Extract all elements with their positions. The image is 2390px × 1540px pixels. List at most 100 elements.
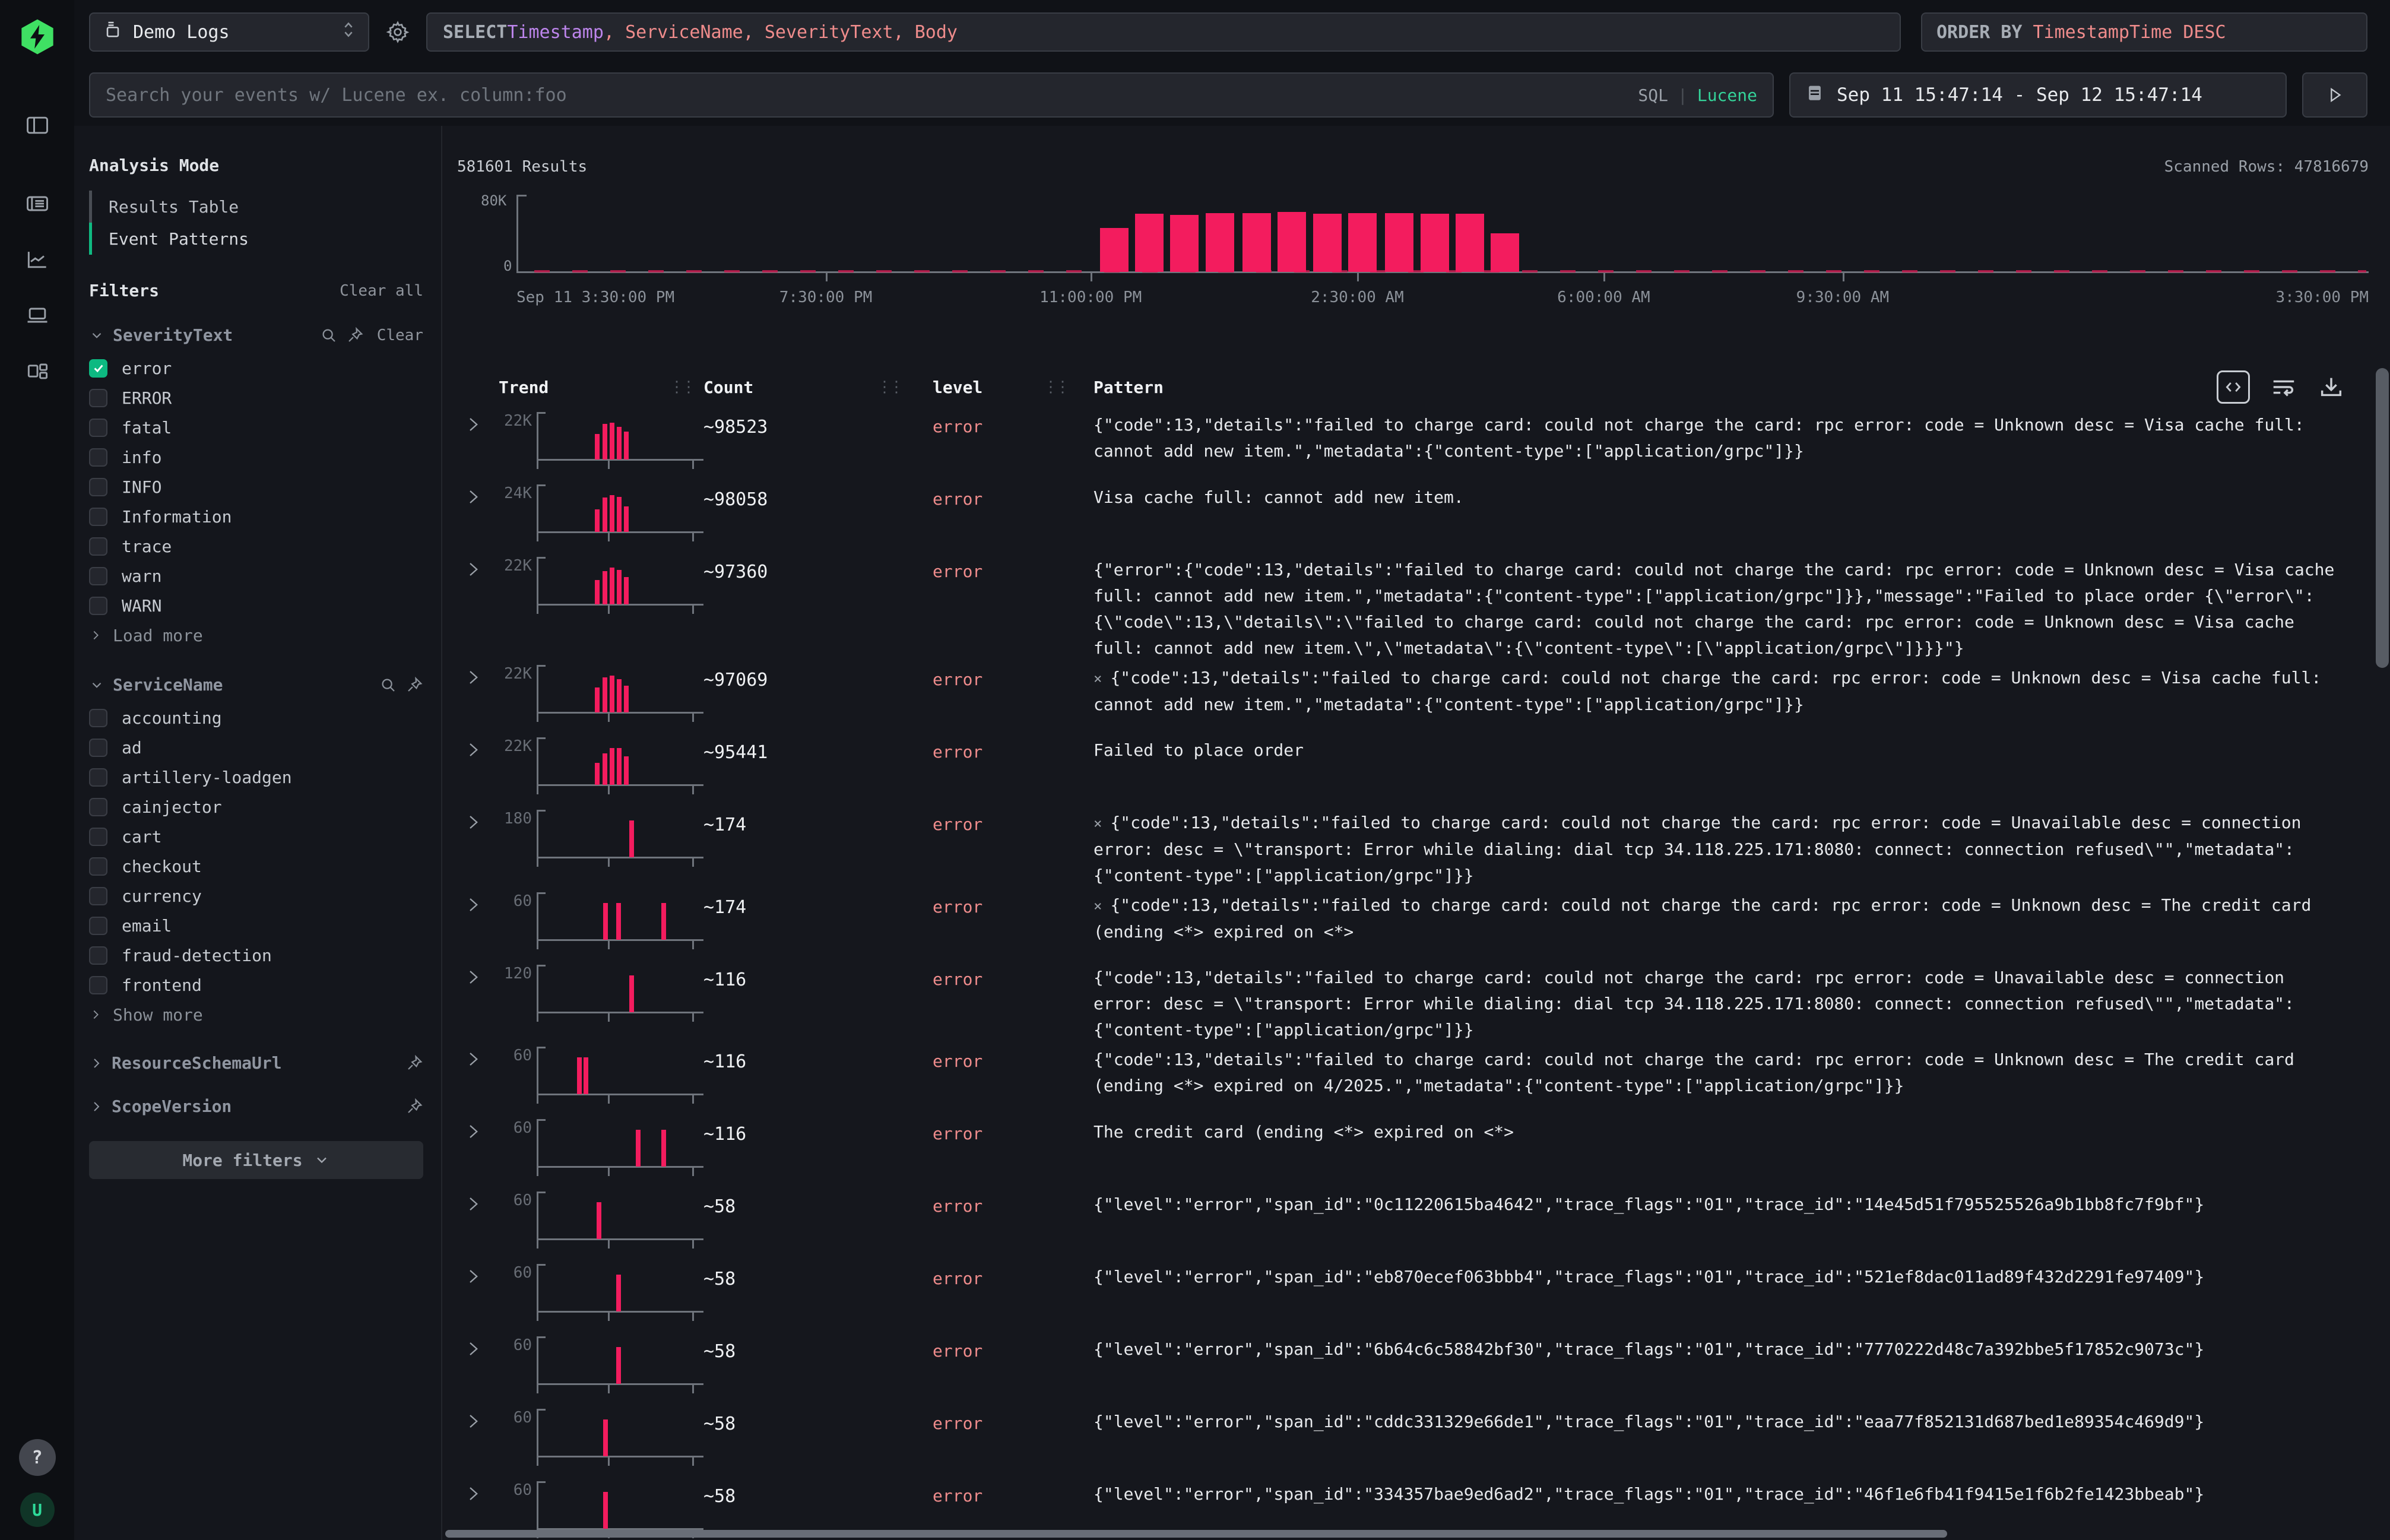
pattern-text[interactable]: {"level":"error","span_id":"6b64c6c58842… [1077, 1336, 2354, 1362]
pattern-text[interactable]: ×{"code":13,"details":"failed to charge … [1077, 665, 2354, 718]
checkbox[interactable] [89, 709, 107, 727]
expand-row-button[interactable] [457, 560, 499, 581]
expand-row-button[interactable] [457, 416, 499, 436]
checkbox[interactable] [89, 567, 107, 585]
checkbox[interactable] [89, 448, 107, 467]
pattern-text[interactable]: {"level":"error","span_id":"eb870ecef063… [1077, 1264, 2354, 1290]
column-header-level[interactable]: level⋮⋮ [911, 378, 1077, 397]
pattern-text[interactable]: ×{"code":13,"details":"failed to charge … [1077, 892, 2354, 945]
download-icon[interactable] [2318, 373, 2345, 401]
checkbox[interactable] [89, 917, 107, 935]
pattern-row[interactable]: 60 ~58 error {"level":"error","span_id":… [457, 1260, 2369, 1333]
select-clause-input[interactable]: SELECT Timestamp, ServiceName, SeverityT… [426, 12, 1901, 52]
histogram-bar[interactable] [1206, 213, 1234, 272]
pattern-text[interactable]: {"level":"error","span_id":"334357bae9ed… [1077, 1481, 2354, 1507]
pattern-row[interactable]: 22K ~98523 error {"code":13,"details":"f… [457, 408, 2369, 481]
expand-row-button[interactable] [457, 896, 499, 916]
filter-option-currency[interactable]: currency [89, 881, 423, 911]
checkbox[interactable] [89, 419, 107, 437]
checkbox[interactable] [89, 508, 107, 526]
histogram-bar[interactable] [1348, 213, 1377, 272]
facet-servicename-header[interactable]: ServiceName [89, 675, 423, 695]
more-filters-button[interactable]: More filters [89, 1141, 423, 1179]
filter-option-info[interactable]: info [89, 442, 423, 472]
clear-all-filters[interactable]: Clear all [340, 282, 423, 300]
filter-option-cainjector[interactable]: cainjector [89, 792, 423, 822]
histogram-bar[interactable] [1135, 214, 1164, 272]
pattern-row[interactable]: 180 ~174 error ×{"code":13,"details":"fa… [457, 806, 2369, 889]
expand-row-button[interactable] [457, 1340, 499, 1360]
filter-option-ad[interactable]: ad [89, 733, 423, 762]
filter-option-cart[interactable]: cart [89, 822, 423, 851]
checkbox[interactable] [89, 739, 107, 757]
pattern-row[interactable]: 60 ~174 error ×{"code":13,"details":"fai… [457, 889, 2369, 961]
pattern-row[interactable]: 120 ~116 error {"code":13,"details":"fai… [457, 961, 2369, 1043]
pattern-row[interactable]: 60 ~58 error {"level":"error","span_id":… [457, 1333, 2369, 1405]
expand-row-button[interactable] [457, 1412, 499, 1433]
search-input[interactable]: Search your events w/ Lucene ex. column:… [89, 72, 1774, 118]
expand-row-button[interactable] [457, 968, 499, 988]
checkbox[interactable] [89, 828, 107, 846]
order-by-input[interactable]: ORDER BY TimestampTime DESC [1921, 12, 2367, 52]
checkbox[interactable] [89, 887, 107, 905]
pattern-row[interactable]: 60 ~116 error The credit card (ending <*… [457, 1116, 2369, 1188]
pin-icon[interactable] [405, 1098, 423, 1116]
horizontal-scrollbar-thumb[interactable] [445, 1530, 1947, 1538]
filter-option-INFO[interactable]: INFO [89, 472, 423, 502]
search-logs-icon[interactable] [24, 190, 51, 217]
facet-scopeversion-header[interactable]: ScopeVersion [89, 1097, 423, 1116]
column-header-trend[interactable]: Trend⋮⋮ [499, 378, 703, 397]
histogram-bar[interactable] [1100, 228, 1129, 272]
expand-row-button[interactable] [457, 1123, 499, 1143]
tab-results-table[interactable]: Results Table [89, 191, 423, 223]
chart-explorer-icon[interactable] [24, 246, 51, 273]
pattern-row[interactable]: 60 ~58 error {"level":"error","span_id":… [457, 1188, 2369, 1260]
filter-option-warn[interactable]: warn [89, 561, 423, 591]
histogram-bar[interactable] [1170, 215, 1199, 272]
filter-option-trace[interactable]: trace [89, 531, 423, 561]
search-icon[interactable] [379, 676, 397, 694]
expand-row-button[interactable] [457, 813, 499, 834]
tab-event-patterns[interactable]: Event Patterns [89, 223, 423, 255]
search-icon[interactable] [320, 327, 338, 344]
vertical-scrollbar-thumb[interactable] [2376, 368, 2389, 668]
pattern-row[interactable]: 22K ~97069 error ×{"code":13,"details":"… [457, 661, 2369, 734]
pattern-row[interactable]: 60 ~58 error {"level":"error","span_id":… [457, 1405, 2369, 1478]
checkbox[interactable] [89, 976, 107, 994]
dashboards-icon[interactable] [24, 357, 51, 385]
checkbox[interactable] [89, 768, 107, 787]
pattern-text[interactable]: Visa cache full: cannot add new item. [1077, 484, 2354, 511]
source-select[interactable]: Demo Logs [89, 12, 369, 52]
pattern-text[interactable]: Failed to place order [1077, 737, 2354, 763]
hyperdx-logo[interactable] [18, 18, 56, 58]
filter-option-email[interactable]: email [89, 911, 423, 940]
pattern-text[interactable]: {"error":{"code":13,"details":"failed to… [1077, 557, 2354, 661]
histogram-bar[interactable] [1242, 213, 1271, 272]
expand-row-button[interactable] [457, 1268, 499, 1288]
pin-icon[interactable] [405, 676, 423, 694]
filter-option-fatal[interactable]: fatal [89, 413, 423, 442]
run-query-button[interactable] [2302, 72, 2367, 118]
pattern-text[interactable]: {"level":"error","span_id":"cddc331329e6… [1077, 1409, 2354, 1435]
expand-row-button[interactable] [457, 1195, 499, 1215]
expand-row-button[interactable] [457, 668, 499, 689]
source-settings-button[interactable] [382, 20, 413, 44]
histogram-bar[interactable] [1385, 213, 1413, 272]
facet-resourceschemaurl-header[interactable]: ResourceSchemaUrl [89, 1053, 423, 1073]
user-avatar[interactable]: U [20, 1493, 55, 1527]
column-header-count[interactable]: Count⋮⋮ [703, 378, 911, 397]
lang-toggle-lucene[interactable]: Lucene [1697, 85, 1757, 105]
time-range-picker[interactable]: Sep 11 15:47:14 - Sep 12 15:47:14 [1789, 72, 2287, 118]
filter-option-ERROR[interactable]: ERROR [89, 383, 423, 413]
sidebar-toggle-icon[interactable] [24, 112, 51, 139]
severity-load-more[interactable]: Load more [89, 620, 423, 650]
pattern-row[interactable]: 24K ~98058 error Visa cache full: cannot… [457, 481, 2369, 553]
filter-option-checkout[interactable]: checkout [89, 851, 423, 881]
wrap-text-icon[interactable] [2270, 373, 2297, 401]
histogram-bar[interactable] [1491, 233, 1519, 272]
facet-clear[interactable]: Clear [377, 327, 423, 344]
pattern-text[interactable]: {"code":13,"details":"failed to charge c… [1077, 965, 2354, 1043]
pattern-text[interactable]: {"code":13,"details":"failed to charge c… [1077, 412, 2354, 464]
histogram-bar[interactable] [1278, 212, 1306, 272]
checkbox[interactable] [89, 798, 107, 816]
